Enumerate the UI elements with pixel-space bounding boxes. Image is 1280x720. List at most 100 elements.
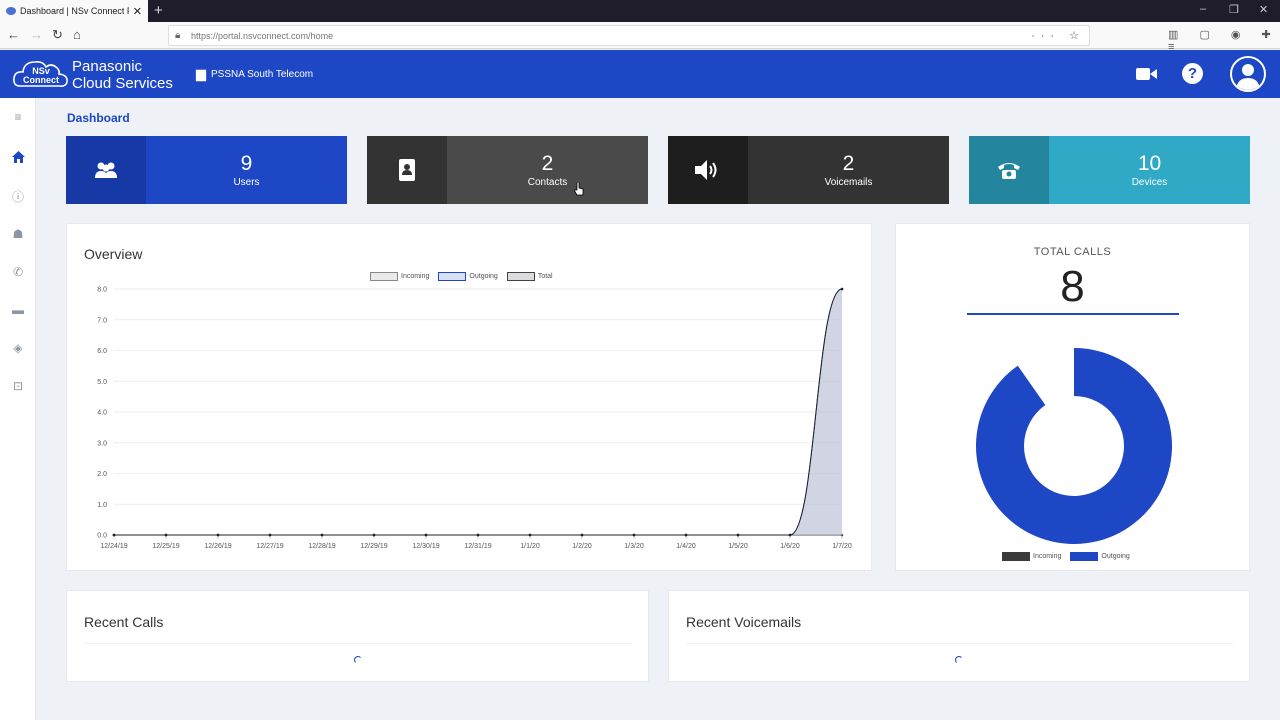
data-point bbox=[372, 533, 376, 537]
close-tab-icon[interactable]: ✕ bbox=[133, 5, 142, 18]
x-tick-label: 1/2/20 bbox=[572, 543, 592, 550]
data-point bbox=[580, 533, 584, 537]
data-point bbox=[216, 533, 220, 537]
legend-item[interactable]: Incoming bbox=[1002, 552, 1061, 561]
x-tick-label: 12/30/19 bbox=[412, 543, 439, 550]
building-icon: ▆ bbox=[196, 66, 206, 81]
data-point bbox=[632, 533, 636, 537]
x-tick-label: 1/3/20 bbox=[624, 543, 644, 550]
data-point bbox=[424, 533, 428, 537]
restore-icon[interactable]: ❐ bbox=[1229, 3, 1239, 16]
user-icon bbox=[1236, 64, 1260, 90]
mouse-cursor-icon bbox=[574, 182, 584, 196]
tenant-name: PSSNA South Telecom bbox=[211, 68, 314, 80]
data-point bbox=[840, 287, 844, 291]
video-camera-icon[interactable] bbox=[1136, 67, 1157, 81]
tenant-selector[interactable]: ▆ PSSNA South Telecom bbox=[196, 66, 313, 82]
stat-value: 2 bbox=[842, 151, 855, 175]
stat-tile-contacts[interactable]: 2 Contacts bbox=[367, 136, 648, 204]
stat-body: 2 Contacts bbox=[447, 136, 648, 204]
lock-icon: 🔒︎ bbox=[175, 30, 181, 41]
y-tick-label: 4.0 bbox=[97, 410, 107, 417]
stat-label: Devices bbox=[1131, 176, 1168, 188]
x-tick-label: 12/28/19 bbox=[308, 543, 335, 550]
browser-tab[interactable]: Dashboard | NSv Connect Port ✕ bbox=[0, 0, 148, 22]
contacts-book-icon bbox=[367, 136, 447, 204]
y-tick-label: 5.0 bbox=[97, 379, 107, 386]
stat-label: Voicemails bbox=[824, 176, 873, 188]
close-window-icon[interactable]: ✕ bbox=[1259, 3, 1268, 16]
sidebar-folder-icon[interactable]: ▬ bbox=[0, 298, 36, 322]
new-tab-icon[interactable]: + bbox=[154, 2, 163, 19]
sidebar-phone-icon[interactable]: ✆ bbox=[0, 260, 36, 284]
y-tick-label: 3.0 bbox=[97, 440, 107, 447]
y-tick-label: 0.0 bbox=[97, 533, 107, 540]
x-tick-label: 1/1/20 bbox=[520, 543, 540, 550]
donut-legend: Incoming Outgoing bbox=[1002, 552, 1139, 561]
favicon-icon bbox=[6, 7, 16, 15]
users-icon bbox=[66, 136, 146, 204]
data-point bbox=[476, 533, 480, 537]
data-point bbox=[320, 533, 324, 537]
recent-voicemails-title: Recent Voicemails bbox=[686, 614, 802, 630]
data-point bbox=[788, 533, 792, 537]
legend-label: Incoming bbox=[1033, 553, 1062, 560]
data-point bbox=[736, 533, 740, 537]
data-point bbox=[112, 533, 116, 537]
x-tick-label: 1/4/20 bbox=[676, 543, 696, 550]
minimize-icon[interactable]: – bbox=[1200, 3, 1206, 15]
recent-voicemails-card: Recent Voicemails bbox=[668, 590, 1250, 682]
recent-calls-card: Recent Calls bbox=[66, 590, 649, 682]
x-tick-label: 1/7/20 bbox=[832, 543, 852, 550]
x-tick-label: 12/27/19 bbox=[256, 543, 283, 550]
brand-name: Panasonic Cloud Services bbox=[72, 58, 173, 92]
logo-text: NSv Connect bbox=[23, 66, 59, 85]
x-tick-label: 12/25/19 bbox=[152, 543, 179, 550]
menu-toggle-icon[interactable]: ≡ bbox=[0, 105, 36, 129]
data-point bbox=[528, 533, 532, 537]
sidebar-info-icon[interactable]: ⓘ bbox=[0, 184, 36, 208]
user-avatar[interactable] bbox=[1230, 56, 1266, 92]
overview-line-chart: 0.0 1.0 2.0 3.0 4.0 5.0 6.0 7.0 8.0 12/24/19 12/25… bbox=[97, 287, 852, 551]
loading-spinner-icon bbox=[354, 656, 362, 664]
y-tick-label: 7.0 bbox=[97, 317, 107, 324]
x-tick-label: 12/24/19 bbox=[100, 543, 127, 550]
stat-tile-devices[interactable]: 10 Devices bbox=[969, 136, 1250, 204]
data-point bbox=[268, 533, 272, 537]
x-tick-label: 1/6/20 bbox=[780, 543, 800, 550]
forward-icon[interactable]: → bbox=[30, 27, 43, 42]
y-tick-label: 6.0 bbox=[97, 348, 107, 355]
help-icon[interactable]: ? bbox=[1182, 63, 1203, 84]
overview-card: Overview Incoming Outgoing Total 0.0 1.0 2… bbox=[66, 223, 872, 571]
home-icon[interactable]: ⌂ bbox=[73, 27, 81, 42]
telephone-icon bbox=[969, 136, 1049, 204]
stat-label: Contacts bbox=[527, 176, 568, 188]
url-bar[interactable]: 🔒︎ https://portal.nsvconnect.com/home ··… bbox=[168, 25, 1090, 46]
y-tick-label: 8.0 bbox=[97, 287, 107, 294]
sidebar-tag-icon[interactable]: ◈ bbox=[0, 336, 36, 360]
x-tick-label: 12/31/19 bbox=[464, 543, 491, 550]
legend-item[interactable]: Outgoing bbox=[1070, 552, 1130, 561]
data-point bbox=[684, 533, 688, 537]
page-actions-icon[interactable]: ··· ☆ bbox=[1031, 29, 1085, 42]
x-tick-label: 1/5/20 bbox=[728, 543, 748, 550]
stat-label: Users bbox=[233, 176, 260, 188]
sidebar-cart-icon[interactable]: ⊡ bbox=[0, 374, 36, 398]
loading-spinner-icon bbox=[955, 656, 963, 664]
divider bbox=[686, 643, 1233, 644]
sidebar-home-icon[interactable] bbox=[0, 145, 36, 169]
stat-body: 10 Devices bbox=[1049, 136, 1250, 204]
stat-tile-voicemails[interactable]: 2 Voicemails bbox=[668, 136, 949, 204]
sidebar-users-icon[interactable]: ☗ bbox=[0, 222, 36, 246]
stat-value: 9 bbox=[240, 151, 253, 175]
back-icon[interactable]: ← bbox=[7, 27, 20, 42]
recent-calls-title: Recent Calls bbox=[84, 614, 164, 630]
stat-tile-users[interactable]: 9 Users bbox=[66, 136, 347, 204]
app-header: NSv Connect Panasonic Cloud Services ▆ P… bbox=[0, 50, 1280, 98]
url-text: https://portal.nsvconnect.com/home bbox=[191, 30, 334, 41]
browser-nav-bar: ← → ↻ ⌂ 🔒︎ https://portal.nsvconnect.com… bbox=[0, 22, 1280, 53]
total-calls-card: TOTAL CALLS 8 Incoming Outgoing bbox=[895, 223, 1250, 571]
reload-icon[interactable]: ↻ bbox=[52, 27, 63, 43]
page-title: Dashboard bbox=[67, 111, 130, 125]
tab-title: Dashboard | NSv Connect Port bbox=[20, 6, 129, 16]
